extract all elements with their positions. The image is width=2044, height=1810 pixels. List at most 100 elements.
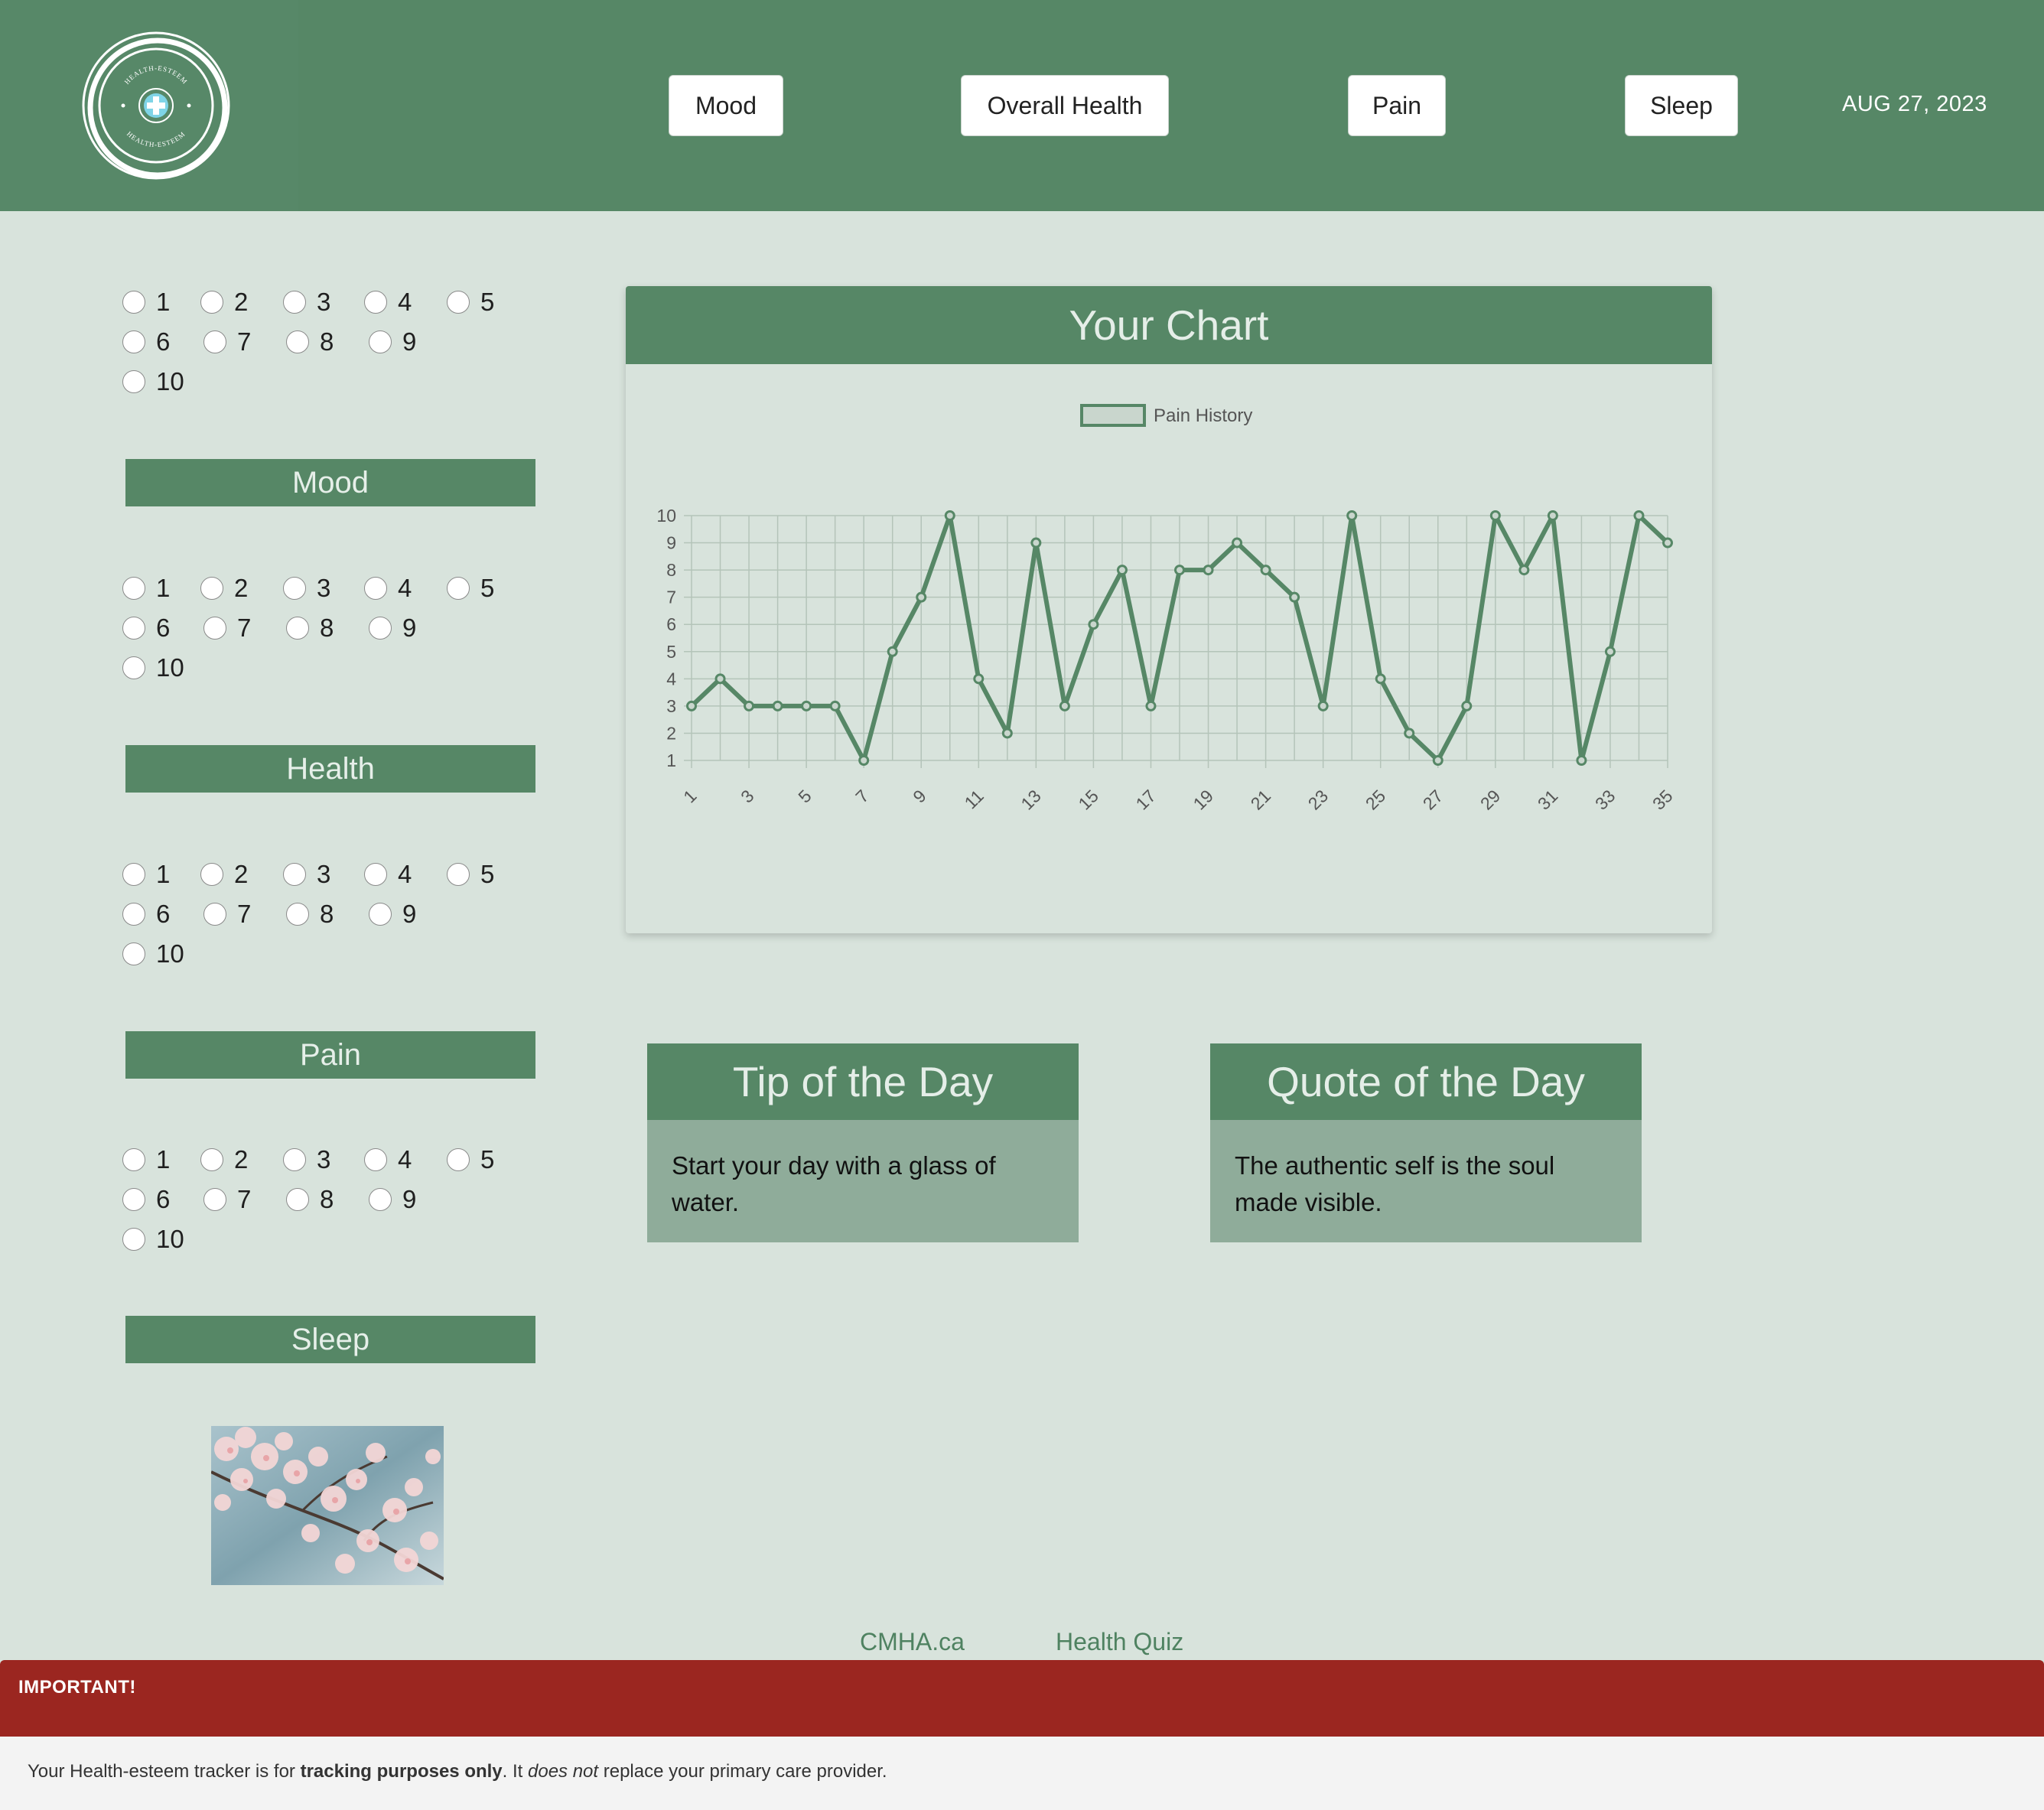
radio-button[interactable] xyxy=(369,1188,392,1211)
radio-button[interactable] xyxy=(447,291,470,314)
radio-button[interactable] xyxy=(369,903,392,926)
radio-button[interactable] xyxy=(369,617,392,640)
rating-option-pain-4[interactable]: 4 xyxy=(364,860,412,889)
rating-option-health-10[interactable]: 10 xyxy=(122,653,184,682)
rating-option-mood-7[interactable]: 7 xyxy=(203,327,251,356)
rating-option-sleep-9[interactable]: 9 xyxy=(369,1185,416,1214)
rating-option-sleep-3[interactable]: 3 xyxy=(283,1145,330,1174)
radio-button[interactable] xyxy=(447,1148,470,1171)
rating-option-sleep-5[interactable]: 5 xyxy=(447,1145,494,1174)
nav-button-sleep[interactable]: Sleep xyxy=(1625,75,1738,136)
radio-button[interactable] xyxy=(200,1148,223,1171)
rating-option-mood-9[interactable]: 9 xyxy=(369,327,416,356)
rating-option-health-4[interactable]: 4 xyxy=(364,574,412,603)
radio-button[interactable] xyxy=(364,863,387,886)
svg-text:HEALTH-ESTEEM: HEALTH-ESTEEM xyxy=(125,130,187,148)
rating-option-health-7[interactable]: 7 xyxy=(203,614,251,643)
radio-button[interactable] xyxy=(122,370,145,393)
rating-option-pain-5[interactable]: 5 xyxy=(447,860,494,889)
rating-option-pain-6[interactable]: 6 xyxy=(122,900,170,929)
rating-option-pain-2[interactable]: 2 xyxy=(200,860,248,889)
rating-option-pain-3[interactable]: 3 xyxy=(283,860,330,889)
rating-option-mood-6[interactable]: 6 xyxy=(122,327,170,356)
rating-option-health-6[interactable]: 6 xyxy=(122,614,170,643)
rating-option-mood-4[interactable]: 4 xyxy=(364,288,412,317)
nav-button-mood[interactable]: Mood xyxy=(669,75,783,136)
pain-history-chart: Pain History123456789101 3 5 7 9 11 13 15 17 19 21… xyxy=(656,404,1677,814)
radio-button[interactable] xyxy=(203,330,226,353)
nav-button-overall-health[interactable]: Overall Health xyxy=(961,75,1169,136)
radio-button[interactable] xyxy=(122,863,145,886)
rating-option-sleep-2[interactable]: 2 xyxy=(200,1145,248,1174)
rating-option-mood-5[interactable]: 5 xyxy=(447,288,494,317)
x-tick-label: 23 xyxy=(1304,786,1332,813)
link-cmha[interactable]: CMHA.ca xyxy=(860,1628,965,1656)
radio-button[interactable] xyxy=(122,1228,145,1251)
rating-option-sleep-6[interactable]: 6 xyxy=(122,1185,170,1214)
data-point xyxy=(1547,510,1558,521)
radio-button[interactable] xyxy=(283,863,306,886)
radio-button[interactable] xyxy=(200,863,223,886)
radio-button[interactable] xyxy=(364,577,387,600)
health-esteem-logo[interactable]: HEALTH-ESTEEM HEALTH-ESTEEM xyxy=(81,31,231,181)
rating-option-sleep-7[interactable]: 7 xyxy=(203,1185,251,1214)
radio-button[interactable] xyxy=(447,863,470,886)
radio-button[interactable] xyxy=(200,291,223,314)
data-point xyxy=(714,673,726,685)
rating-option-mood-8[interactable]: 8 xyxy=(286,327,334,356)
rating-option-sleep-4[interactable]: 4 xyxy=(364,1145,412,1174)
x-tick-label: 33 xyxy=(1591,786,1619,813)
rating-option-mood-3[interactable]: 3 xyxy=(283,288,330,317)
radio-button[interactable] xyxy=(286,1188,309,1211)
radio-button[interactable] xyxy=(283,1148,306,1171)
rating-option-pain-10[interactable]: 10 xyxy=(122,939,184,968)
radio-button[interactable] xyxy=(286,617,309,640)
radio-button[interactable] xyxy=(283,577,306,600)
radio-button[interactable] xyxy=(122,656,145,679)
rating-option-label: 4 xyxy=(398,860,412,888)
rating-option-mood-2[interactable]: 2 xyxy=(200,288,248,317)
radio-button[interactable] xyxy=(203,903,226,926)
rating-option-health-5[interactable]: 5 xyxy=(447,574,494,603)
rating-option-label: 1 xyxy=(156,288,171,316)
link-health-quiz[interactable]: Health Quiz xyxy=(1056,1628,1183,1656)
rating-option-pain-7[interactable]: 7 xyxy=(203,900,251,929)
rating-option-health-9[interactable]: 9 xyxy=(369,614,416,643)
radio-button[interactable] xyxy=(122,942,145,965)
rating-option-label: 8 xyxy=(320,327,334,356)
rating-option-health-1[interactable]: 1 xyxy=(122,574,170,603)
radio-button[interactable] xyxy=(122,903,145,926)
data-point xyxy=(1317,700,1329,711)
radio-button[interactable] xyxy=(286,330,309,353)
rating-option-health-2[interactable]: 2 xyxy=(200,574,248,603)
rating-option-health-3[interactable]: 3 xyxy=(283,574,330,603)
radio-button[interactable] xyxy=(369,330,392,353)
radio-button[interactable] xyxy=(283,291,306,314)
rating-option-mood-10[interactable]: 10 xyxy=(122,367,184,396)
rating-option-label: 5 xyxy=(480,288,495,316)
radio-button[interactable] xyxy=(122,330,145,353)
radio-button[interactable] xyxy=(203,1188,226,1211)
rating-option-pain-1[interactable]: 1 xyxy=(122,860,170,889)
rating-option-health-8[interactable]: 8 xyxy=(286,614,334,643)
rating-option-mood-1[interactable]: 1 xyxy=(122,288,170,317)
rating-option-pain-8[interactable]: 8 xyxy=(286,900,334,929)
radio-button[interactable] xyxy=(286,903,309,926)
rating-option-pain-9[interactable]: 9 xyxy=(369,900,416,929)
rating-option-sleep-10[interactable]: 10 xyxy=(122,1225,184,1254)
radio-button[interactable] xyxy=(122,291,145,314)
rating-option-sleep-8[interactable]: 8 xyxy=(286,1185,334,1214)
radio-button[interactable] xyxy=(364,1148,387,1171)
section-header-sleep: Sleep xyxy=(125,1316,535,1363)
y-tick-label: 1 xyxy=(666,750,676,770)
radio-button[interactable] xyxy=(203,617,226,640)
radio-button[interactable] xyxy=(122,617,145,640)
rating-option-sleep-1[interactable]: 1 xyxy=(122,1145,170,1174)
radio-button[interactable] xyxy=(364,291,387,314)
radio-button[interactable] xyxy=(122,1188,145,1211)
radio-button[interactable] xyxy=(122,1148,145,1171)
radio-button[interactable] xyxy=(200,577,223,600)
nav-button-pain[interactable]: Pain xyxy=(1348,75,1446,136)
radio-button[interactable] xyxy=(447,577,470,600)
radio-button[interactable] xyxy=(122,577,145,600)
